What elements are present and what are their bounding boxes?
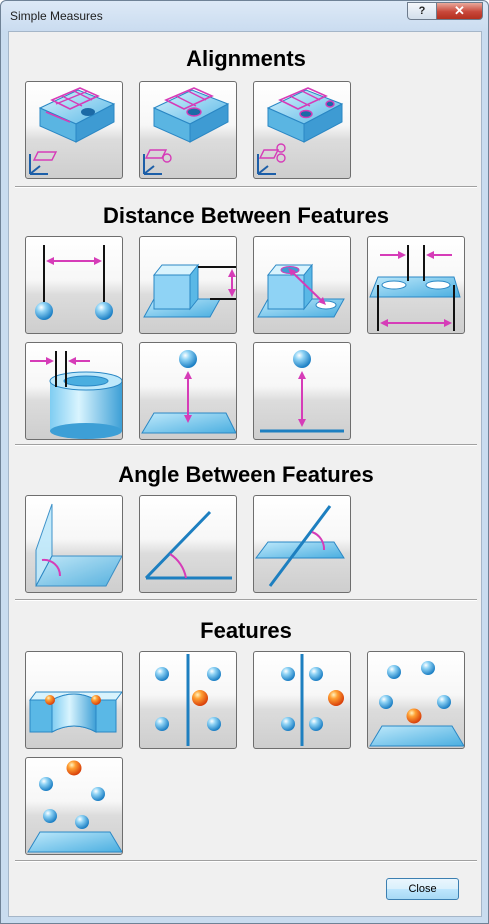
tile-alignment-plane-circle[interactable] xyxy=(139,81,237,179)
tile-distance-point-line[interactable] xyxy=(253,342,351,440)
tile-distance-plane-plane[interactable] xyxy=(139,236,237,334)
feature-points-line-icon xyxy=(155,654,221,746)
window-title: Simple Measures xyxy=(10,9,103,23)
section-title-alignments: Alignments xyxy=(186,46,306,71)
feature-points-plane-2-icon xyxy=(27,760,122,853)
separator xyxy=(15,860,477,862)
close-button[interactable]: Close xyxy=(386,878,459,900)
separator xyxy=(15,599,477,601)
tile-feature-points-plane-2[interactable] xyxy=(25,757,123,855)
tile-feature-points-line-2[interactable] xyxy=(253,651,351,749)
angle-line-line-icon xyxy=(144,510,232,580)
title-bar[interactable]: Simple Measures ? ✕ xyxy=(1,1,488,31)
simple-measures-window: Simple Measures ? ✕ Alignments Distance … xyxy=(0,0,489,924)
section-title-features: Features xyxy=(200,618,292,643)
alignment-plane-icon xyxy=(29,87,116,175)
distance-point-plane-icon xyxy=(141,350,236,434)
tile-distance-circle-circle[interactable] xyxy=(253,236,351,334)
angle-line-plane-icon xyxy=(255,505,345,587)
section-title-angle: Angle Between Features xyxy=(118,462,374,487)
separator xyxy=(15,186,477,188)
tile-feature-cylinder[interactable] xyxy=(25,651,123,749)
window-close-button[interactable]: ✕ xyxy=(436,2,483,20)
distance-circle-cylinder-icon xyxy=(30,351,122,439)
tile-feature-points-line[interactable] xyxy=(139,651,237,749)
distance-point-point-icon xyxy=(35,245,113,320)
feature-points-plane-icon xyxy=(369,661,464,747)
feature-points-line-2-icon xyxy=(281,654,344,746)
distance-circle-circle-icon xyxy=(257,263,345,318)
alignment-plane-two-circles-icon xyxy=(257,87,344,175)
tile-distance-point-point[interactable] xyxy=(25,236,123,334)
section-title-distance: Distance Between Features xyxy=(102,203,390,228)
separator xyxy=(15,444,477,446)
distance-cylinder-cylinder-icon xyxy=(369,245,461,331)
feature-cylinder-icon xyxy=(29,691,122,733)
tile-angle-line-plane[interactable] xyxy=(253,495,351,593)
alignment-plane-circle-icon xyxy=(143,87,230,175)
tile-alignment-plane[interactable] xyxy=(25,81,123,179)
tile-alignment-plane-two-circles[interactable] xyxy=(253,81,351,179)
tile-distance-cylinder-cylinder[interactable] xyxy=(367,236,465,334)
distance-point-line-icon xyxy=(260,350,344,433)
help-button[interactable]: ? xyxy=(407,2,437,20)
tile-distance-circle-cylinder[interactable] xyxy=(25,342,123,440)
distance-plane-plane-icon xyxy=(143,263,236,318)
dialog-client-area: Alignments Distance Between Features Ang… xyxy=(8,31,482,917)
angle-plane-plane-icon xyxy=(35,503,122,587)
tile-feature-points-plane[interactable] xyxy=(367,651,465,749)
tile-angle-line-line[interactable] xyxy=(139,495,237,593)
tile-distance-point-plane[interactable] xyxy=(139,342,237,440)
tile-angle-plane-plane[interactable] xyxy=(25,495,123,593)
